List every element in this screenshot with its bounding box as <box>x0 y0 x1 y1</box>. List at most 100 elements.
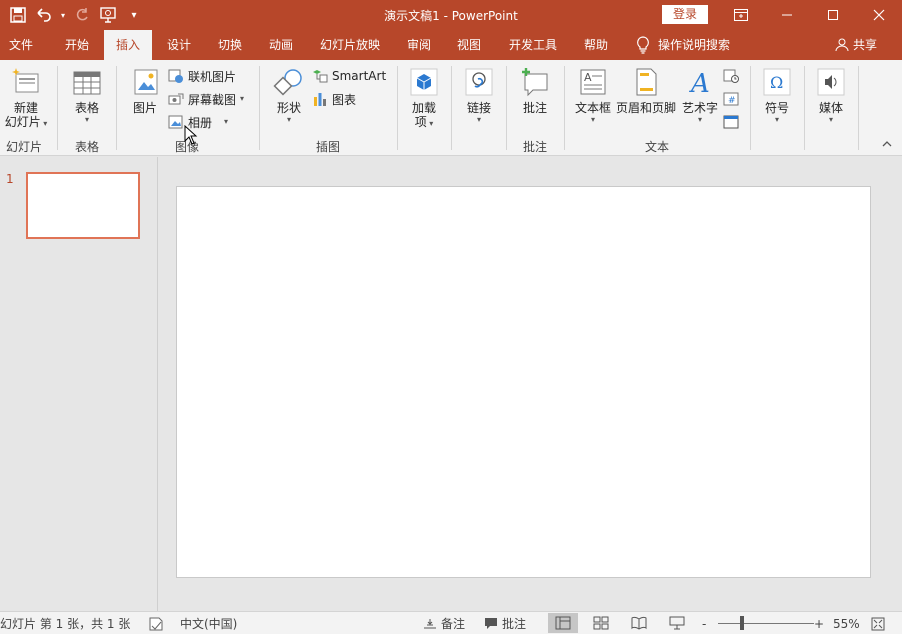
tab-home[interactable]: 开始 <box>54 30 100 60</box>
tab-view[interactable]: 视图 <box>448 30 490 60</box>
shapes-label: 形状 <box>276 101 301 115</box>
slide-number-icon: # <box>723 92 739 106</box>
table-button[interactable]: 表格 ▾ <box>64 66 110 125</box>
tell-me-search[interactable]: 操作说明搜索 <box>636 30 730 60</box>
tab-animations[interactable]: 动画 <box>260 30 302 60</box>
shapes-button[interactable]: 形状 ▾ <box>268 66 310 125</box>
pictures-button[interactable]: 图片 <box>124 66 166 115</box>
customize-icon[interactable]: ▾ <box>122 4 146 26</box>
wordart-button[interactable]: A 艺术字 ▾ <box>680 66 720 125</box>
normal-view-icon[interactable] <box>548 613 578 633</box>
links-button[interactable]: 链接 ▾ <box>458 66 500 125</box>
svg-text:A: A <box>584 71 592 84</box>
screenshot-button[interactable]: 屏幕截图 ▾ <box>168 89 244 109</box>
chevron-down-icon: ▾ <box>590 115 595 124</box>
tab-design[interactable]: 设计 <box>158 30 200 60</box>
group-label-tables: 表格 <box>74 140 99 154</box>
speaker-icon <box>817 68 845 96</box>
fit-to-window-icon[interactable] <box>871 615 885 632</box>
wordart-label: 艺术字 <box>681 101 718 115</box>
addins-label-1: 加载 <box>411 101 436 115</box>
share-button[interactable]: 共享 <box>835 30 877 60</box>
addins-icon <box>410 68 438 96</box>
notes-button[interactable]: 备注 <box>423 615 465 632</box>
notes-icon <box>424 618 436 628</box>
tab-help[interactable]: 帮助 <box>574 30 618 60</box>
group-divider <box>259 66 260 150</box>
object-button[interactable] <box>723 112 739 132</box>
zoom-in-button[interactable]: + <box>814 615 824 632</box>
save-icon[interactable] <box>6 4 30 26</box>
symbols-label: 符号 <box>764 101 789 115</box>
notes-label: 备注 <box>441 617 466 631</box>
minimize-icon[interactable] <box>764 0 810 30</box>
textbox-icon: A <box>580 69 606 95</box>
close-icon[interactable] <box>856 0 902 30</box>
title-bar: ▾ ▾ 演示文稿1 - PowerPoint 登录 <box>0 0 902 30</box>
object-icon <box>723 115 739 129</box>
comment-button[interactable]: 批注 <box>514 66 556 115</box>
reading-view-icon[interactable] <box>624 613 654 633</box>
lightbulb-icon <box>637 36 649 54</box>
new-slide-button[interactable]: 新建 幻灯片 ▾ <box>2 66 50 129</box>
slide-thumbnail[interactable] <box>26 172 140 239</box>
date-time-button[interactable] <box>723 66 739 86</box>
undo-icon[interactable] <box>32 4 56 26</box>
tab-review[interactable]: 审阅 <box>398 30 440 60</box>
media-button[interactable]: 媒体 ▾ <box>810 66 852 125</box>
status-bar: 幻灯片 第 1 张，共 1 张 中文(中国) 备注 批注 - + 55% <box>0 611 902 634</box>
symbols-button[interactable]: Ω 符号 ▾ <box>756 66 798 125</box>
online-pictures-button[interactable]: 联机图片 <box>168 66 236 86</box>
maximize-icon[interactable] <box>810 0 856 30</box>
omega-icon: Ω <box>763 68 791 96</box>
tab-slideshow[interactable]: 幻灯片放映 <box>312 30 388 60</box>
header-footer-icon <box>636 68 657 96</box>
chevron-down-icon: ▾ <box>774 115 779 124</box>
zoom-out-button[interactable]: - <box>702 615 706 632</box>
redo-icon[interactable] <box>70 4 94 26</box>
slide-sorter-view-icon[interactable] <box>586 613 616 633</box>
smartart-button[interactable]: SmartArt <box>312 66 386 86</box>
header-footer-button[interactable]: 页眉和页脚 <box>614 66 678 115</box>
table-label: 表格 <box>74 101 99 115</box>
pictures-label: 图片 <box>132 101 157 115</box>
slide-editing-area <box>159 157 902 611</box>
addins-label-2: 项 <box>414 115 427 129</box>
zoom-level[interactable]: 55% <box>833 615 860 632</box>
photo-album-button[interactable]: 相册 ▾ <box>168 112 228 132</box>
tab-developer[interactable]: 开发工具 <box>500 30 566 60</box>
language-indicator[interactable]: 中文(中国) <box>180 615 237 632</box>
tab-file[interactable]: 文件 <box>0 30 42 60</box>
textbox-button[interactable]: A 文本框 ▾ <box>572 66 614 125</box>
present-icon[interactable] <box>96 4 120 26</box>
spell-check-icon[interactable] <box>148 615 164 632</box>
group-divider <box>564 66 565 150</box>
undo-dropdown-icon[interactable]: ▾ <box>58 4 68 26</box>
addins-button[interactable]: 加载 项 ▾ <box>403 66 445 129</box>
chevron-down-icon: ▾ <box>240 94 245 103</box>
group-divider <box>506 66 507 150</box>
svg-text:#: # <box>728 96 736 106</box>
login-button[interactable]: 登录 <box>662 5 708 24</box>
zoom-slider[interactable] <box>718 623 814 624</box>
group-divider <box>57 66 58 150</box>
svg-text:A: A <box>689 69 710 98</box>
zoom-slider-thumb[interactable] <box>740 616 744 630</box>
photo-album-icon <box>168 115 183 129</box>
ribbon-display-options-icon[interactable] <box>718 0 764 30</box>
collapse-ribbon-icon[interactable] <box>882 140 892 151</box>
tab-transitions[interactable]: 切换 <box>208 30 252 60</box>
comments-button[interactable]: 批注 <box>484 615 526 632</box>
slide-canvas[interactable] <box>176 186 871 578</box>
slideshow-view-icon[interactable] <box>662 613 692 633</box>
group-divider <box>858 66 859 150</box>
chart-button[interactable]: 图表 <box>312 89 356 109</box>
comment-icon <box>485 618 497 629</box>
quick-access-toolbar: ▾ ▾ <box>6 4 146 26</box>
group-divider <box>397 66 398 150</box>
tab-insert[interactable]: 插入 <box>104 30 152 60</box>
screenshot-label: 屏幕截图 <box>188 92 237 107</box>
ribbon: 新建 幻灯片 ▾ 幻灯片 表格 ▾ 表格 图片 联机图片 屏幕截图 ▾ 相册 ▾… <box>0 60 902 156</box>
comment-icon <box>522 68 548 97</box>
slide-number-button[interactable]: # <box>723 89 739 109</box>
